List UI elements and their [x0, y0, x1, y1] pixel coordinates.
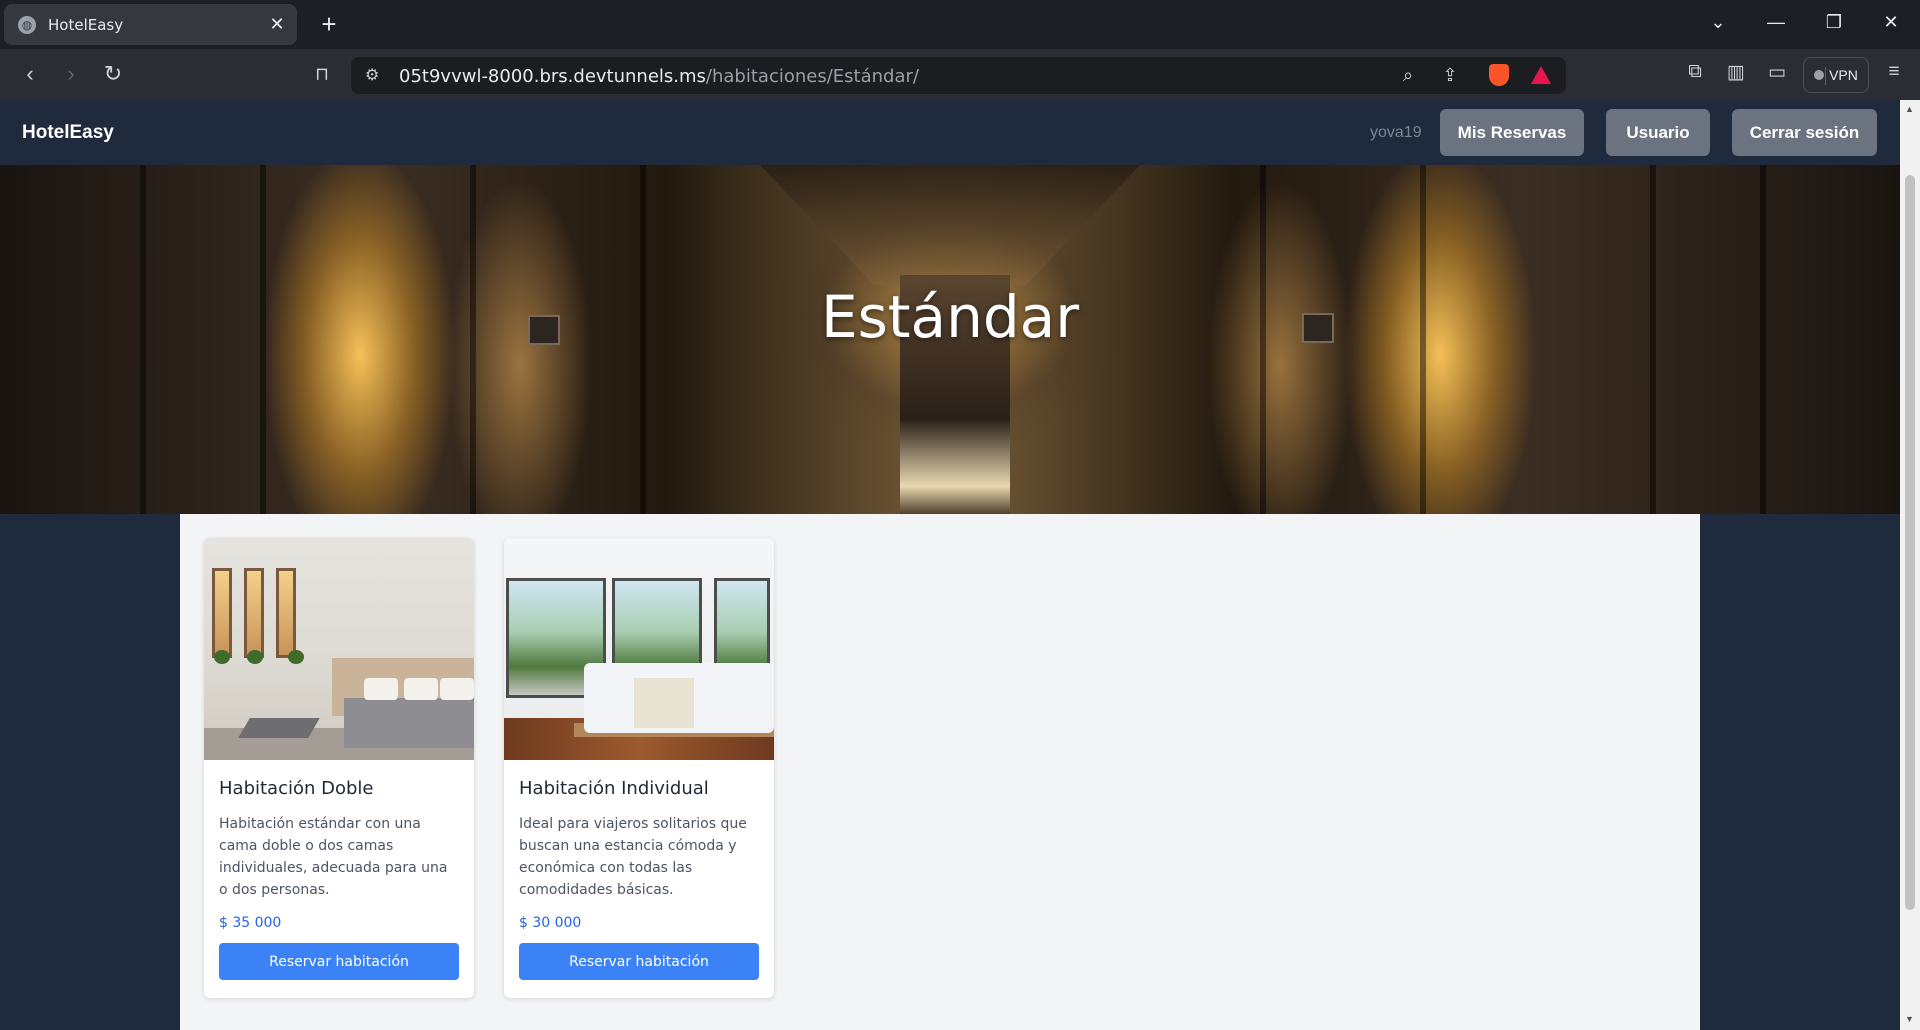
url-path: /habitaciones/Estándar/ — [705, 66, 919, 87]
plant — [247, 650, 263, 664]
room-description: Ideal para viajeros solitarios que busca… — [519, 816, 747, 898]
globe-icon: ◍ — [18, 15, 36, 34]
plant — [288, 650, 304, 664]
tab-list-chevron-icon[interactable]: ⌄ — [1705, 12, 1731, 33]
room-name: Habitación Individual — [519, 778, 709, 799]
restore-icon[interactable]: ❐ — [1821, 12, 1847, 33]
room-category-title: Estándar — [820, 283, 1080, 351]
room-name: Habitación Doble — [219, 778, 374, 799]
wallet-icon[interactable]: ▭ — [1764, 61, 1790, 84]
username-label: yova19 — [1370, 124, 1422, 141]
new-tab-icon[interactable]: + — [314, 10, 344, 38]
room-photo — [204, 538, 474, 760]
room-card-body: Habitación Individual Ideal para viajero… — [504, 760, 774, 998]
user-button[interactable]: Usuario — [1606, 109, 1710, 156]
page-scrollbar[interactable]: ▲ ▼ — [1900, 100, 1920, 1030]
extensions-icon[interactable]: ⧉ — [1682, 61, 1708, 83]
browser-tab[interactable]: ◍ HotelEasy ✕ — [4, 4, 297, 45]
tab-title: HotelEasy — [48, 15, 124, 34]
vpn-button[interactable]: VPN — [1803, 57, 1869, 93]
menu-icon[interactable]: ≡ — [1881, 61, 1907, 83]
page-viewport: HotelEasy yova19 Mis Reservas Usuario Ce… — [0, 100, 1900, 1030]
vpn-status-icon — [1814, 70, 1825, 80]
rooms-section: Habitación Doble Habitación estándar con… — [180, 514, 1700, 1030]
wall-niche — [276, 568, 296, 658]
zoom-icon[interactable]: ⌕ — [1395, 65, 1421, 86]
url-host: 05t9vvwl-8000.brs.devtunnels.ms — [399, 66, 706, 87]
wall-niche — [244, 568, 264, 658]
room-description: Habitación estándar con una cama doble o… — [219, 816, 448, 898]
hallway-ceiling — [760, 165, 1140, 285]
sidebar-icon[interactable]: ▥ — [1723, 61, 1749, 84]
brave-shields-icon[interactable] — [1489, 64, 1509, 86]
forward-icon[interactable]: › — [57, 61, 85, 87]
room-price: $ 30 000 — [519, 915, 582, 931]
site-info-icon[interactable]: ⚙ — [365, 65, 379, 85]
site-brand[interactable]: HotelEasy — [22, 122, 114, 144]
pillow — [364, 678, 398, 700]
brave-rewards-icon[interactable] — [1531, 66, 1551, 84]
minimize-icon[interactable]: — — [1763, 12, 1789, 33]
browser-tab-bar: ◍ HotelEasy ✕ + ⌄ — ❐ ✕ — [0, 0, 1920, 49]
bookmark-icon[interactable]: ⊓ — [308, 61, 336, 87]
scrollbar-thumb[interactable] — [1905, 175, 1915, 910]
close-window-icon[interactable]: ✕ — [1878, 12, 1904, 33]
room-card: Habitación Individual Ideal para viajero… — [504, 538, 774, 998]
vpn-label: VPN — [1829, 67, 1858, 83]
scroll-up-icon[interactable]: ▲ — [1905, 104, 1914, 114]
reload-icon[interactable]: ↻ — [99, 61, 127, 87]
logout-button[interactable]: Cerrar sesión — [1732, 109, 1877, 156]
scroll-down-icon[interactable]: ▼ — [1905, 1014, 1914, 1024]
site-navbar: HotelEasy yova19 Mis Reservas Usuario Ce… — [0, 100, 1900, 165]
share-icon[interactable]: ⇪ — [1437, 65, 1463, 86]
pillow — [440, 678, 474, 700]
reserve-room-button[interactable]: Reservar habitación — [519, 943, 759, 980]
my-reservations-button[interactable]: Mis Reservas — [1440, 109, 1584, 156]
room-price: $ 35 000 — [219, 915, 282, 931]
url-text[interactable]: 05t9vvwl-8000.brs.devtunnels.ms/habitaci… — [399, 66, 919, 87]
room-photo — [504, 538, 774, 760]
room-card: Habitación Doble Habitación estándar con… — [204, 538, 474, 998]
back-icon[interactable]: ‹ — [16, 61, 44, 87]
pillow — [404, 678, 438, 700]
room-card-body: Habitación Doble Habitación estándar con… — [204, 760, 474, 998]
bed-throw — [634, 678, 694, 728]
rug — [238, 718, 320, 738]
hero-banner: Estándar — [0, 165, 1900, 514]
bed — [344, 698, 474, 748]
wall-niche — [212, 568, 232, 658]
browser-toolbar: ‹ › ↻ ⊓ ⚙ 05t9vvwl-8000.brs.devtunnels.m… — [0, 49, 1920, 100]
reserve-room-button[interactable]: Reservar habitación — [219, 943, 459, 980]
plant — [214, 650, 230, 664]
close-tab-icon[interactable]: ✕ — [267, 14, 287, 35]
address-bar[interactable]: ⚙ 05t9vvwl-8000.brs.devtunnels.ms/habita… — [351, 57, 1826, 94]
